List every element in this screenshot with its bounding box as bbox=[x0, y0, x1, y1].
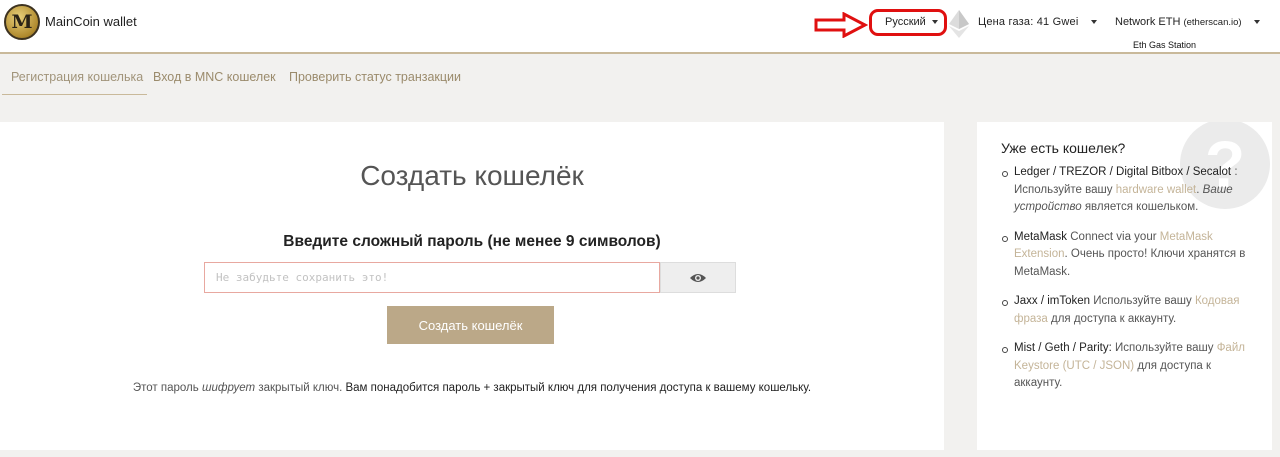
gas-price-label: Цена газа: 41 Gwei bbox=[978, 16, 1079, 28]
item-text: Используйте вашу bbox=[1114, 342, 1214, 354]
wallet-options-list: Ledger / TREZOR / Digital Bitbox / Secal… bbox=[1001, 164, 1253, 405]
eye-icon bbox=[690, 273, 706, 282]
red-arrow-icon bbox=[814, 12, 868, 38]
password-prompt: Введите сложный пароль (не менее 9 симво… bbox=[283, 233, 661, 250]
network-label: Network ETH bbox=[1115, 16, 1181, 28]
note-part2: шифрует bbox=[201, 382, 256, 394]
existing-wallet-panel: ? Уже есть кошелек? Ledger / TREZOR / Di… bbox=[977, 122, 1272, 450]
wallet-type-name: MetaMask bbox=[1014, 230, 1068, 243]
note-part4: Вам понадобится пароль + закрытый ключ д… bbox=[345, 382, 812, 394]
create-wallet-button[interactable]: Создать кошелёк bbox=[387, 306, 554, 344]
item-text: для доступа к аккаунту. bbox=[1051, 312, 1177, 325]
network-dropdown[interactable]: Network ETH (etherscan.io) bbox=[1115, 16, 1260, 28]
network-provider: (etherscan.io) bbox=[1183, 17, 1242, 28]
password-input[interactable] bbox=[204, 262, 660, 293]
brand-name[interactable]: MainCoin wallet bbox=[45, 14, 137, 29]
create-wallet-card: Создать кошелёк Введите сложный пароль (… bbox=[0, 122, 944, 450]
tab-login-mnc-wallet[interactable]: Вход в MNC кошелек bbox=[153, 70, 276, 84]
sidebar-title: Уже есть кошелек? bbox=[1001, 140, 1126, 156]
item-text: Используйте вашу bbox=[1093, 295, 1192, 307]
chevron-down-icon bbox=[1090, 20, 1097, 25]
gas-price-dropdown[interactable]: Цена газа: 41 Gwei bbox=[978, 16, 1097, 28]
item-text: является кошельком. bbox=[1084, 201, 1199, 213]
header: M MainCoin wallet Русский Цена газа: 41 … bbox=[0, 0, 1280, 54]
tab-check-transaction[interactable]: Проверить статус транзакции bbox=[289, 70, 461, 84]
password-note: Этот пароль шифрует закрытый ключ. Вам п… bbox=[0, 382, 944, 394]
list-item: MetaMask Connect via your MetaMask Exten… bbox=[1001, 229, 1253, 282]
item-text: Connect via your bbox=[1070, 230, 1157, 243]
note-part3: закрытый ключ. bbox=[258, 382, 343, 394]
wallet-type-name: Ledger / TREZOR / Digital Bitbox / Secal… bbox=[1014, 166, 1232, 178]
tab-register-wallet[interactable]: Регистрация кошелька bbox=[11, 70, 143, 84]
eth-gas-station-link[interactable]: Eth Gas Station bbox=[1133, 40, 1196, 50]
page-title: Создать кошелёк bbox=[360, 160, 584, 191]
active-tab-indicator bbox=[2, 94, 147, 95]
maincoin-logo[interactable]: M bbox=[4, 4, 40, 40]
ethereum-icon bbox=[949, 10, 969, 38]
chevron-down-icon bbox=[1253, 20, 1260, 25]
language-dropdown[interactable]: Русский bbox=[885, 16, 938, 28]
list-item: Ledger / TREZOR / Digital Bitbox / Secal… bbox=[1001, 164, 1253, 217]
item-text: . bbox=[1196, 183, 1200, 196]
toggle-visibility-button[interactable] bbox=[660, 262, 736, 293]
list-item: Jaxx / imToken Используйте вашу Кодовая … bbox=[1001, 293, 1253, 328]
wallet-type-name: Mist / Geth / Parity: bbox=[1014, 342, 1112, 354]
wallet-type-name: Jaxx / imToken bbox=[1014, 295, 1091, 307]
note-part1: Этот пароль bbox=[132, 382, 199, 394]
hardware-wallet-link[interactable]: hardware wallet bbox=[1116, 184, 1197, 196]
logo-letter: M bbox=[11, 11, 33, 33]
language-label: Русский bbox=[885, 16, 926, 28]
tab-bar: Регистрация кошелька Вход в MNC кошелек … bbox=[0, 56, 1280, 96]
chevron-down-icon bbox=[931, 20, 938, 25]
list-item: Mist / Geth / Parity: Используйте вашу Ф… bbox=[1001, 340, 1253, 393]
